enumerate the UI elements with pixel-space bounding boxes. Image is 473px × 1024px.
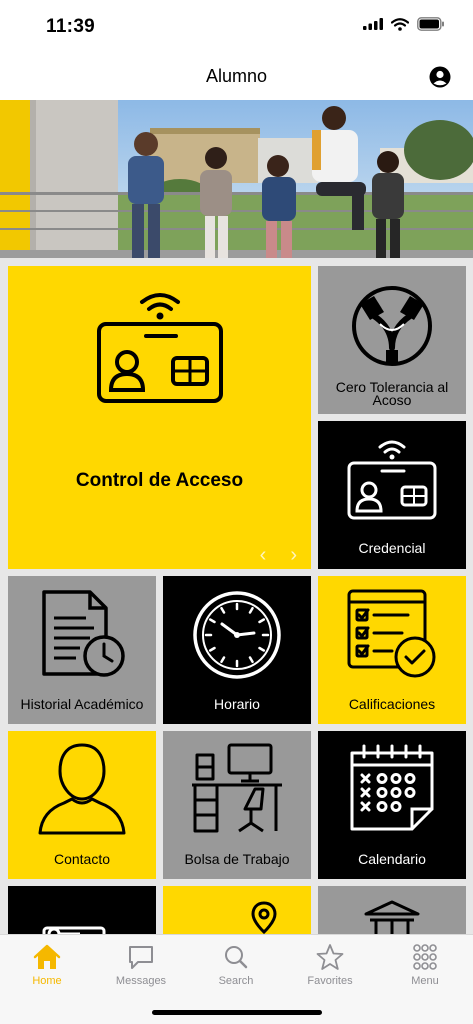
clock-icon <box>193 591 281 679</box>
profile-icon[interactable] <box>429 66 451 88</box>
battery-icon <box>417 17 444 31</box>
tile-label: Horario <box>214 696 260 712</box>
messages-icon <box>129 946 153 969</box>
star-icon <box>316 944 344 970</box>
id-card-icon <box>347 440 437 520</box>
tab-label: Favorites <box>307 975 353 987</box>
page-title: Alumno <box>205 66 268 86</box>
tile-label: Calendario <box>358 851 426 867</box>
tile-label: Credencial <box>358 540 426 556</box>
checklist-icon <box>347 589 436 678</box>
desk-icon <box>192 743 282 833</box>
tile-label: Historial Académico <box>20 696 144 712</box>
status-bar: 11:39 <box>0 0 473 54</box>
circuit-icon <box>42 926 106 934</box>
handshake-icon <box>352 286 432 366</box>
tile-calendario[interactable]: Calendario <box>318 731 466 879</box>
tile-label: Contacto <box>53 851 111 867</box>
search-icon <box>225 946 248 969</box>
chevron-right-icon[interactable]: › <box>290 544 297 567</box>
tile-credencial[interactable]: Credencial <box>318 421 466 569</box>
tile-cero-tolerancia[interactable]: Cero Tolerancia al Acoso <box>318 266 466 414</box>
campus-banner-image <box>0 100 473 258</box>
navigation-bar: Alumno <box>0 54 473 100</box>
tile-label: Bolsa de Trabajo <box>184 851 290 867</box>
home-icon <box>33 944 61 969</box>
status-icons <box>363 17 445 31</box>
tile-historial-academico[interactable]: Historial Académico <box>8 576 156 724</box>
tab-search[interactable]: Search <box>189 943 283 987</box>
tile-contacto[interactable]: Contacto <box>8 731 156 879</box>
wifi-icon <box>391 17 409 31</box>
tile-bolsa-trabajo[interactable]: Bolsa de Trabajo <box>163 731 311 879</box>
tab-label: Home <box>32 975 62 987</box>
tab-messages[interactable]: Messages <box>94 943 188 987</box>
status-time: 11:39 <box>46 16 96 37</box>
tab-label: Search <box>218 975 254 987</box>
tile-partial-middle[interactable] <box>163 886 311 934</box>
tile-partial-left[interactable] <box>8 886 156 934</box>
grid-menu-icon <box>413 944 437 970</box>
signal-icon <box>363 18 383 30</box>
tab-menu[interactable]: Menu <box>378 943 472 987</box>
home-indicator <box>152 1010 322 1015</box>
document-clock-icon <box>42 590 125 677</box>
graduation-building-icon <box>364 900 420 934</box>
tile-calificaciones[interactable]: Calificaciones <box>318 576 466 724</box>
access-card-icon <box>97 293 223 403</box>
tile-label: Cero Tolerancia al Acoso <box>335 379 449 408</box>
tile-label: Calificaciones <box>348 696 436 712</box>
person-icon <box>38 743 126 835</box>
chevron-left-icon[interactable]: ‹ <box>260 544 267 567</box>
tab-label: Menu <box>411 975 439 987</box>
tile-control-acceso[interactable]: Control de Acceso ‹ › <box>8 266 311 569</box>
location-pin-icon <box>251 901 277 934</box>
tab-home[interactable]: Home <box>0 943 94 987</box>
menu-grid: Control de Acceso ‹ › Cero Tolerancia al… <box>0 258 473 934</box>
tile-label: Control de Acceso <box>75 470 244 491</box>
calendar-icon <box>350 744 434 831</box>
tile-horario[interactable]: Horario <box>163 576 311 724</box>
tab-label: Messages <box>115 975 167 987</box>
tab-favorites[interactable]: Favorites <box>283 943 377 987</box>
carousel-arrows: ‹ › <box>260 544 297 567</box>
tile-partial-right[interactable] <box>318 886 466 934</box>
